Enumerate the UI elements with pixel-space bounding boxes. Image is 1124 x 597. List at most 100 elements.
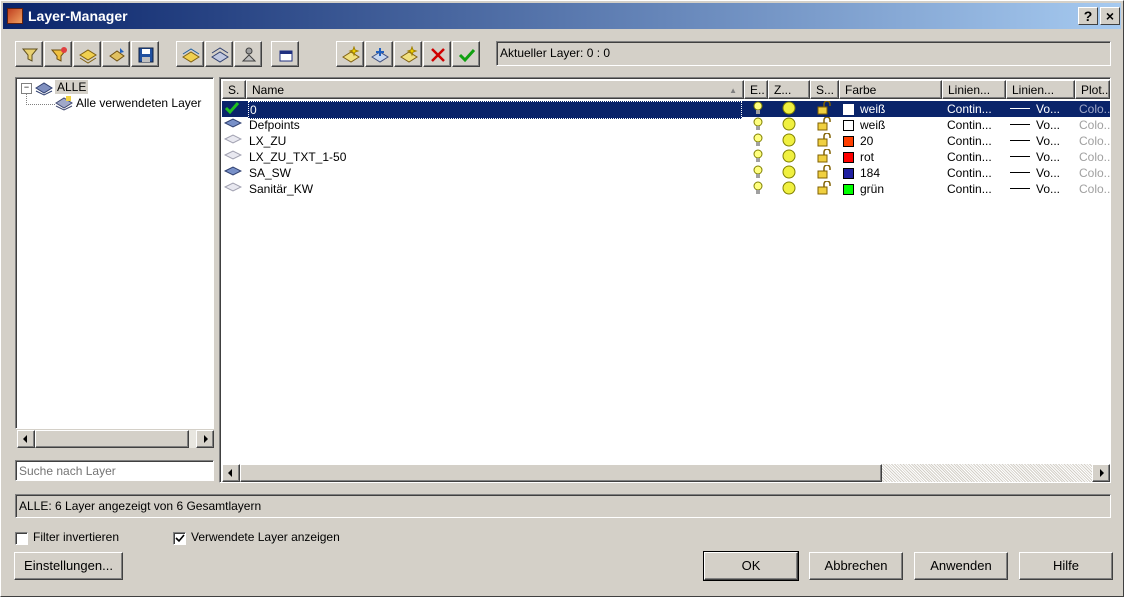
grid-scroll-track[interactable]	[882, 464, 1092, 482]
layer-search-input[interactable]	[15, 460, 214, 481]
lineweight-line	[1010, 172, 1030, 173]
col-header-lineweight[interactable]: Linien...	[1006, 80, 1075, 99]
tree-scroll-left-button[interactable]	[17, 430, 35, 448]
plotstyle-cell[interactable]: Colo...	[1079, 133, 1111, 149]
layer-window-button[interactable]	[271, 41, 299, 67]
linetype-cell[interactable]: Contin...	[947, 117, 1007, 133]
col-header-freeze[interactable]: Z...	[768, 80, 810, 99]
set-current-button[interactable]	[452, 41, 480, 67]
col-header-name[interactable]: Name ▲	[246, 80, 744, 99]
layer-states-button[interactable]	[73, 41, 101, 67]
color-cell[interactable]: 20	[843, 133, 942, 149]
new-layer-vp-frozen-button[interactable]	[365, 41, 393, 67]
settings-button[interactable]: Einstellungen...	[14, 552, 123, 580]
grid-scroll-right-button[interactable]	[1092, 464, 1110, 482]
layer-row[interactable]: Defpoints weiß Contin... Vo... Colo...	[222, 117, 1111, 133]
status-cell[interactable]	[224, 117, 246, 133]
linetype-cell[interactable]: Contin...	[947, 165, 1007, 181]
tree-scroll-right-button[interactable]	[196, 430, 214, 448]
layers-unused-icon	[224, 134, 243, 144]
layer-row[interactable]: 0 weiß Contin... Vo... Colo...	[222, 101, 1111, 119]
lineweight-cell[interactable]: Vo...	[1010, 181, 1076, 197]
col-header-on[interactable]: E..	[744, 80, 768, 99]
layer-translate-button[interactable]	[102, 41, 130, 67]
layer-name-cell[interactable]: LX_ZU	[248, 133, 743, 149]
new-properties-filter-button[interactable]	[15, 41, 43, 67]
ok-button[interactable]: OK	[703, 551, 799, 581]
layer-row[interactable]: LX_ZU 20 Contin... Vo... Colo...	[222, 133, 1111, 149]
tree-scroll-thumb[interactable]	[35, 430, 189, 448]
plotstyle-cell[interactable]: Colo...	[1079, 165, 1111, 181]
new-layer-button[interactable]	[336, 41, 364, 67]
linetype-cell[interactable]: Contin...	[947, 181, 1007, 197]
plotstyle-cell[interactable]: Colo...	[1079, 117, 1111, 133]
unisolate-layer-button[interactable]	[205, 41, 233, 67]
isolate-layer-button[interactable]	[176, 41, 204, 67]
show-used-layers-label[interactable]: Verwendete Layer anzeigen	[191, 530, 340, 544]
layer-name-cell[interactable]: Sanitär_KW	[248, 181, 743, 197]
layer-row[interactable]: SA_SW 184 Contin... Vo... Colo...	[222, 165, 1111, 181]
grid-horizontal-scrollbar[interactable]	[222, 464, 1110, 482]
tree-root-alle[interactable]: ALLE	[55, 80, 89, 94]
tree-item-used-layers[interactable]: Alle verwendeten Layer	[76, 96, 201, 110]
lightbulb-on-icon	[753, 149, 763, 162]
apply-button[interactable]: Anwenden	[914, 552, 1008, 580]
close-title-button[interactable]: ×	[1100, 7, 1120, 25]
invert-filter-checkbox[interactable]	[15, 532, 28, 545]
linetype-cell[interactable]: Contin...	[947, 133, 1007, 149]
col-header-lock[interactable]: S...	[810, 80, 839, 99]
layer-row[interactable]: Sanitär_KW grün Contin... Vo... Colo...	[222, 181, 1111, 199]
show-used-layers-checkbox[interactable]	[173, 532, 186, 545]
layer-list[interactable]: S. Name ▲ E.. Z... S... Farbe Linien... L…	[219, 77, 1111, 483]
arrow-right-icon	[1100, 469, 1104, 477]
invert-filter-label[interactable]: Filter invertieren	[33, 530, 119, 544]
linetype-cell[interactable]: Contin...	[947, 101, 1007, 117]
help-button[interactable]: Hilfe	[1019, 552, 1113, 580]
freeze-cell[interactable]	[782, 181, 798, 199]
status-cell[interactable]	[224, 165, 246, 181]
col-header-color[interactable]: Farbe	[839, 80, 942, 99]
layer-name-cell[interactable]: SA_SW	[248, 165, 743, 181]
lineweight-cell[interactable]: Vo...	[1010, 117, 1076, 133]
lightbulb-on-icon	[753, 117, 763, 130]
color-cell[interactable]: weiß	[843, 101, 942, 117]
filter-tree[interactable]: − ALLE Alle verwendeten Layer	[15, 77, 214, 448]
grid-scroll-left-button[interactable]	[222, 464, 240, 482]
grid-scroll-thumb[interactable]	[240, 464, 882, 482]
tree-connector	[26, 93, 55, 105]
cancel-button[interactable]: Abbrechen	[809, 552, 903, 580]
lineweight-cell[interactable]: Vo...	[1010, 133, 1076, 149]
layer-row[interactable]: LX_ZU_TXT_1-50 rot Contin... Vo... Colo...	[222, 149, 1111, 165]
layer-name-cell[interactable]: Defpoints	[248, 117, 743, 133]
lineweight-cell[interactable]: Vo...	[1010, 165, 1076, 181]
lineweight-cell[interactable]: Vo...	[1010, 101, 1076, 117]
plotstyle-cell[interactable]: Colo...	[1079, 149, 1111, 165]
new-layer-template-button[interactable]	[394, 41, 422, 67]
plotstyle-cell[interactable]: Colo...	[1079, 181, 1111, 197]
status-cell[interactable]	[224, 133, 246, 149]
lock-cell[interactable]	[817, 181, 835, 199]
status-cell[interactable]	[224, 149, 246, 165]
layer-name-cell[interactable]: LX_ZU_TXT_1-50	[248, 149, 743, 165]
color-cell[interactable]: rot	[843, 149, 942, 165]
col-header-linetype[interactable]: Linien...	[942, 80, 1006, 99]
sun-thawed-icon	[782, 149, 796, 163]
linetype-cell[interactable]: Contin...	[947, 149, 1007, 165]
delete-layer-button[interactable]	[423, 41, 451, 67]
tree-horizontal-scrollbar[interactable]	[17, 430, 214, 448]
col-header-status[interactable]: S.	[222, 80, 246, 99]
title-bar[interactable]: Layer-Manager ? ×	[3, 3, 1121, 29]
on-cell[interactable]	[752, 181, 766, 199]
color-cell[interactable]: 184	[843, 165, 942, 181]
plotstyle-cell[interactable]: Colo...	[1079, 101, 1111, 117]
layer-walk-button[interactable]	[234, 41, 262, 67]
lineweight-cell[interactable]: Vo...	[1010, 149, 1076, 165]
color-cell[interactable]: grün	[843, 181, 942, 197]
col-header-plotstyle[interactable]: Plot...	[1075, 80, 1110, 99]
color-cell[interactable]: weiß	[843, 117, 942, 133]
status-cell[interactable]	[224, 181, 246, 197]
save-button[interactable]	[131, 41, 159, 67]
help-title-button[interactable]: ?	[1078, 7, 1098, 25]
color-name: weiß	[860, 102, 886, 116]
new-group-filter-button[interactable]	[44, 41, 72, 67]
